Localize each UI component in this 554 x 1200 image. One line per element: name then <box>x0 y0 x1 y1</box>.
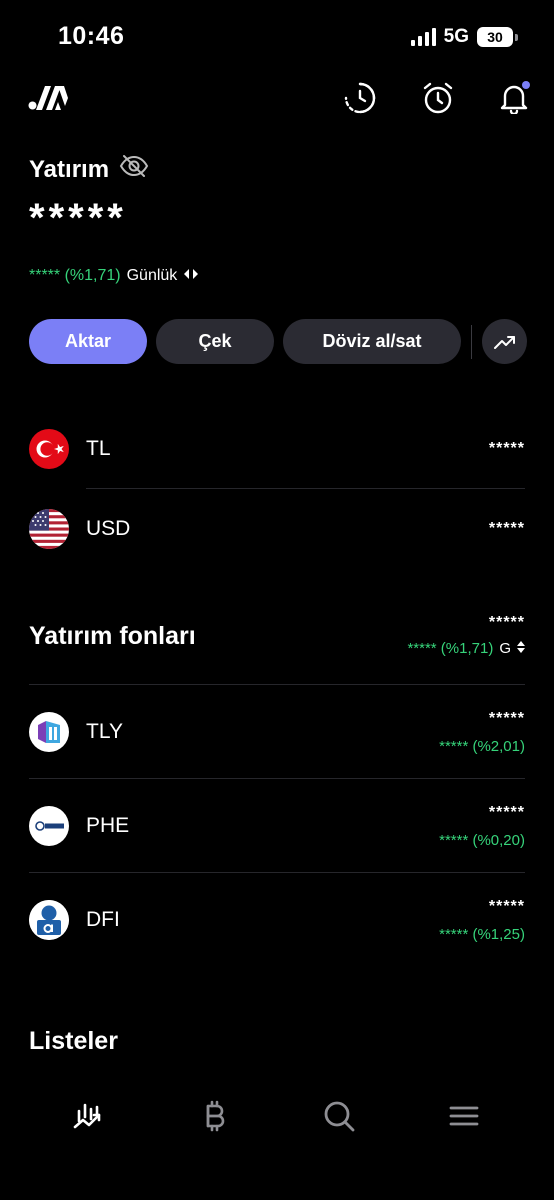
currency-label: TL <box>86 437 111 460</box>
funds-total-value: ***** <box>488 614 525 631</box>
notification-dot <box>522 81 530 89</box>
chart-trend-icon[interactable] <box>482 319 527 364</box>
fund-values: ***** ***** (%1,25) <box>439 898 525 943</box>
currency-value: ***** <box>488 520 525 537</box>
fund-label: TLY <box>86 720 123 743</box>
status-indicators: 5G 30 <box>410 26 518 48</box>
fund-change: ***** (%1,25) <box>439 925 525 943</box>
alarm-icon[interactable] <box>420 80 456 116</box>
fund-change: ***** (%2,01) <box>439 737 525 755</box>
funds-change-row[interactable]: ***** (%1,71) G <box>407 640 525 657</box>
row-divider <box>86 488 525 489</box>
currency-row-tl[interactable]: TL ***** <box>29 429 525 469</box>
search-icon <box>323 1100 355 1137</box>
battery-level: 30 <box>477 27 513 47</box>
row-divider <box>29 872 525 873</box>
swap-arrows-icon <box>183 267 199 285</box>
usa-flag-icon <box>29 509 69 549</box>
fund-label: DFI <box>86 908 120 931</box>
daily-change-row[interactable]: ***** (%1,71) Günlük <box>29 267 199 285</box>
tly-logo-icon <box>29 712 69 752</box>
market-chart-icon <box>73 1101 107 1136</box>
fund-label: PHE <box>86 814 130 837</box>
fund-row-tly[interactable]: TLY ***** ***** (%2,01) <box>29 702 525 762</box>
network-type: 5G <box>443 26 469 47</box>
status-time: 10:46 <box>58 22 125 50</box>
portfolio-value: ***** <box>29 196 127 240</box>
funds-total-change: ***** (%1,71) <box>407 640 494 657</box>
fund-row-phe[interactable]: PHE ***** ***** (%0,20) <box>29 796 525 856</box>
nav-menu[interactable] <box>442 1096 486 1140</box>
action-divider <box>471 324 472 359</box>
withdraw-button[interactable]: Çek <box>156 319 274 364</box>
fund-change: ***** (%0,20) <box>439 831 525 849</box>
app-screen: 10:46 5G 30 Yatırım ***** ***** (%1,71) … <box>0 0 554 1200</box>
funds-summary: ***** ***** (%1,71) G <box>407 614 525 657</box>
menu-icon <box>449 1105 479 1132</box>
fund-row-dfi[interactable]: DFI ***** ***** (%1,25) <box>29 890 525 950</box>
currency-value: ***** <box>488 440 525 457</box>
bell-icon[interactable] <box>496 80 532 116</box>
lists-title: Listeler <box>29 1027 118 1055</box>
fund-value: ***** <box>488 709 525 727</box>
section-divider <box>29 684 525 685</box>
sort-arrows-icon <box>517 640 525 657</box>
bottom-navigation <box>0 1088 554 1148</box>
nav-markets[interactable] <box>68 1096 112 1140</box>
fund-values: ***** ***** (%2,01) <box>439 710 525 755</box>
currency-row-usd[interactable]: USD ***** <box>29 509 525 549</box>
dfi-logo-icon <box>29 900 69 940</box>
portfolio-title: Yatırım <box>29 155 110 183</box>
fund-value: ***** <box>488 803 525 821</box>
signal-icon <box>410 28 436 46</box>
app-logo[interactable] <box>28 86 68 110</box>
funds-title: Yatırım fonları <box>29 622 196 650</box>
portfolio-title-row: Yatırım <box>29 154 149 185</box>
battery-icon: 30 <box>477 27 518 47</box>
action-buttons: Aktar Çek Döviz al/sat <box>29 319 527 364</box>
row-divider <box>29 778 525 779</box>
period-label: Günlük <box>126 267 178 284</box>
history-icon[interactable] <box>342 80 378 116</box>
daily-change: ***** (%1,71) <box>29 267 121 284</box>
turkey-flag-icon <box>29 429 69 469</box>
fund-values: ***** ***** (%0,20) <box>439 804 525 849</box>
status-bar: 10:46 5G 30 <box>0 0 554 74</box>
fund-value: ***** <box>488 897 525 915</box>
transfer-button[interactable]: Aktar <box>29 319 147 364</box>
nav-crypto[interactable] <box>193 1096 237 1140</box>
eye-off-icon[interactable] <box>119 154 149 185</box>
period-selector: G <box>499 640 511 657</box>
exchange-button[interactable]: Döviz al/sat <box>283 319 461 364</box>
currency-label: USD <box>86 517 131 540</box>
bitcoin-icon <box>203 1100 227 1137</box>
phe-logo-icon <box>29 806 69 846</box>
nav-search[interactable] <box>317 1096 361 1140</box>
